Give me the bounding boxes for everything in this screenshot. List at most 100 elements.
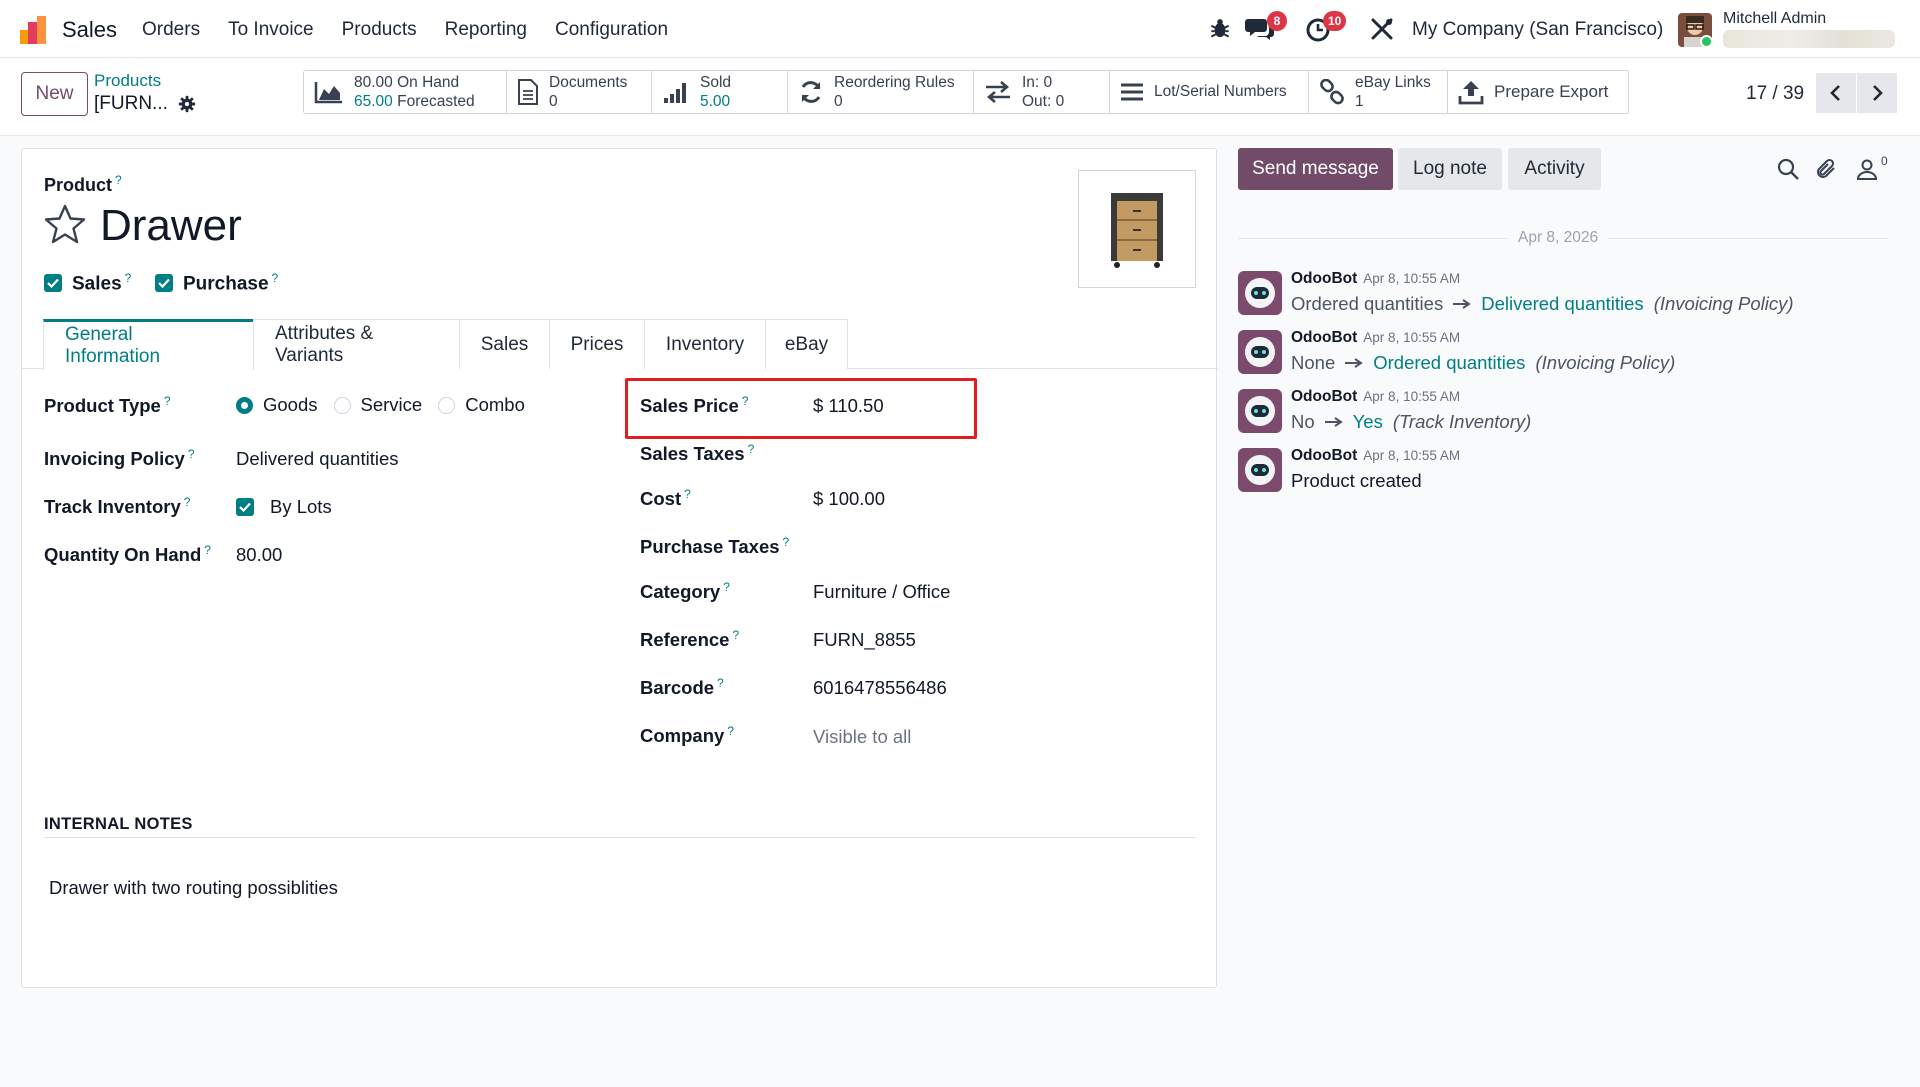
- arrow-right-icon: [1345, 358, 1364, 368]
- search-icon[interactable]: [1776, 157, 1800, 181]
- help-tooltip[interactable]: ?: [188, 447, 195, 461]
- purchase-checkbox-label: Purchase?: [183, 271, 279, 295]
- help-tooltip[interactable]: ?: [272, 271, 279, 285]
- tab-attributes-variants[interactable]: Attributes & Variants: [253, 319, 460, 369]
- breadcrumb-current: [FURN...: [94, 93, 196, 115]
- sales-app-icon[interactable]: [20, 16, 48, 44]
- tools-icon[interactable]: [1370, 17, 1394, 41]
- purchase-taxes-field[interactable]: [813, 535, 1013, 559]
- send-message-button[interactable]: Send message: [1238, 148, 1393, 190]
- ebay-count: 1: [1355, 93, 1364, 110]
- in-label: In: 0: [1022, 74, 1053, 91]
- online-status-dot: [1700, 35, 1713, 48]
- help-tooltip[interactable]: ?: [783, 535, 790, 549]
- smart-button-prepare-export[interactable]: Prepare Export: [1448, 71, 1628, 113]
- tab-inventory[interactable]: Inventory: [644, 319, 766, 369]
- activity-button[interactable]: Activity: [1508, 148, 1601, 190]
- smart-button-sold[interactable]: Sold 5.00: [652, 71, 788, 113]
- pager-previous-button[interactable]: [1816, 73, 1856, 113]
- quantity-on-hand-value[interactable]: 80.00: [236, 544, 282, 566]
- tab-prices[interactable]: Prices: [549, 319, 645, 369]
- smart-button-lot-serial[interactable]: Lot/Serial Numbers: [1110, 71, 1309, 113]
- menu-products[interactable]: Products: [342, 19, 417, 41]
- menu-configuration[interactable]: Configuration: [555, 19, 668, 41]
- tracking-by-lots-field[interactable]: By Lots: [270, 496, 332, 518]
- followers-icon[interactable]: [1855, 157, 1879, 181]
- forecasted-value: 65.00: [354, 93, 393, 110]
- tab-ebay[interactable]: eBay: [765, 319, 848, 369]
- radio-service[interactable]: [333, 396, 351, 414]
- category-field[interactable]: Furniture / Office: [813, 581, 950, 603]
- activities-button[interactable]: 10: [1305, 11, 1347, 45]
- debug-bug-icon[interactable]: [1207, 16, 1233, 42]
- app-name[interactable]: Sales: [62, 17, 117, 43]
- radio-service-label: Service: [360, 394, 423, 415]
- odoobot-avatar[interactable]: [1238, 271, 1282, 315]
- menu-to-invoice[interactable]: To Invoice: [228, 19, 314, 41]
- messages-button[interactable]: 8: [1245, 11, 1287, 45]
- radio-combo[interactable]: [438, 396, 456, 414]
- smart-button-on-hand[interactable]: 80.00 On Hand 65.00 Forecasted: [304, 71, 507, 113]
- pager-next-button[interactable]: [1857, 73, 1897, 113]
- track-inventory-checkbox[interactable]: [236, 498, 254, 516]
- sales-taxes-field[interactable]: [813, 442, 1013, 466]
- reordering-count: 0: [834, 93, 843, 110]
- log-note-button[interactable]: Log note: [1398, 148, 1502, 190]
- out-label: Out: 0: [1022, 93, 1065, 110]
- help-tooltip[interactable]: ?: [723, 580, 730, 594]
- top-navbar: Sales Orders To Invoice Products Reporti…: [0, 0, 1920, 58]
- help-tooltip[interactable]: ?: [204, 543, 211, 557]
- help-tooltip[interactable]: ?: [727, 724, 734, 738]
- company-switcher[interactable]: My Company (San Francisco): [1412, 19, 1663, 41]
- smart-button-documents[interactable]: Documents 0: [507, 71, 652, 113]
- help-tooltip[interactable]: ?: [742, 394, 749, 408]
- smart-button-in-out[interactable]: In: 0 Out: 0: [974, 71, 1110, 113]
- purchase-taxes-label: Purchase Taxes?: [640, 535, 790, 558]
- barcode-field[interactable]: 6016478556486: [813, 677, 947, 699]
- arrow-right-icon: [1453, 299, 1472, 309]
- new-button[interactable]: New: [21, 72, 88, 116]
- internal-notes-heading: INTERNAL NOTES: [44, 815, 193, 833]
- sales-price-field[interactable]: $ 110.50: [813, 395, 884, 417]
- purchase-checkbox[interactable]: [155, 274, 173, 293]
- paperclip-icon[interactable]: [1815, 157, 1839, 181]
- smart-button-ebay-links[interactable]: eBay Links 1: [1309, 71, 1448, 113]
- tab-sales[interactable]: Sales: [459, 319, 550, 369]
- help-tooltip[interactable]: ?: [184, 495, 191, 509]
- menu-orders[interactable]: Orders: [142, 19, 200, 41]
- notes-divider: [44, 837, 1196, 838]
- pager-value[interactable]: 17 / 39: [1746, 83, 1804, 105]
- user-database-blurred: [1723, 30, 1895, 48]
- user-avatar[interactable]: [1678, 13, 1713, 48]
- odoobot-avatar[interactable]: [1238, 330, 1282, 374]
- help-tooltip[interactable]: ?: [684, 487, 691, 501]
- product-image[interactable]: [1078, 170, 1196, 288]
- favorite-star-icon[interactable]: [44, 203, 86, 245]
- gear-icon[interactable]: [178, 95, 196, 113]
- message-body: Ordered quantities Delivered quantities …: [1291, 293, 1794, 315]
- invoicing-policy-field[interactable]: Delivered quantities: [236, 448, 398, 470]
- reference-field[interactable]: FURN_8855: [813, 629, 916, 651]
- help-tooltip[interactable]: ?: [125, 271, 132, 285]
- breadcrumb-products[interactable]: Products: [94, 71, 161, 91]
- company-label: Company?: [640, 724, 734, 747]
- odoobot-avatar[interactable]: [1238, 389, 1282, 433]
- prepare-export-label: Prepare Export: [1494, 82, 1609, 101]
- menu-reporting[interactable]: Reporting: [445, 19, 527, 41]
- smart-button-reordering-rules[interactable]: Reordering Rules 0: [788, 71, 974, 113]
- product-name-field[interactable]: Drawer: [100, 201, 242, 251]
- user-name[interactable]: Mitchell Admin: [1723, 10, 1826, 28]
- cost-field[interactable]: $ 100.00: [813, 488, 885, 510]
- help-tooltip[interactable]: ?: [115, 173, 122, 187]
- radio-goods[interactable]: [236, 396, 253, 414]
- checkmark-icon: [47, 278, 59, 289]
- help-tooltip[interactable]: ?: [748, 442, 755, 456]
- tab-general-information[interactable]: General Information: [43, 319, 254, 370]
- help-tooltip[interactable]: ?: [717, 676, 724, 690]
- internal-notes-field[interactable]: Drawer with two routing possiblities: [49, 877, 338, 899]
- company-field[interactable]: Visible to all: [813, 726, 911, 748]
- odoobot-avatar[interactable]: [1238, 448, 1282, 492]
- help-tooltip[interactable]: ?: [732, 628, 739, 642]
- help-tooltip[interactable]: ?: [164, 394, 171, 408]
- sales-checkbox[interactable]: [44, 274, 62, 293]
